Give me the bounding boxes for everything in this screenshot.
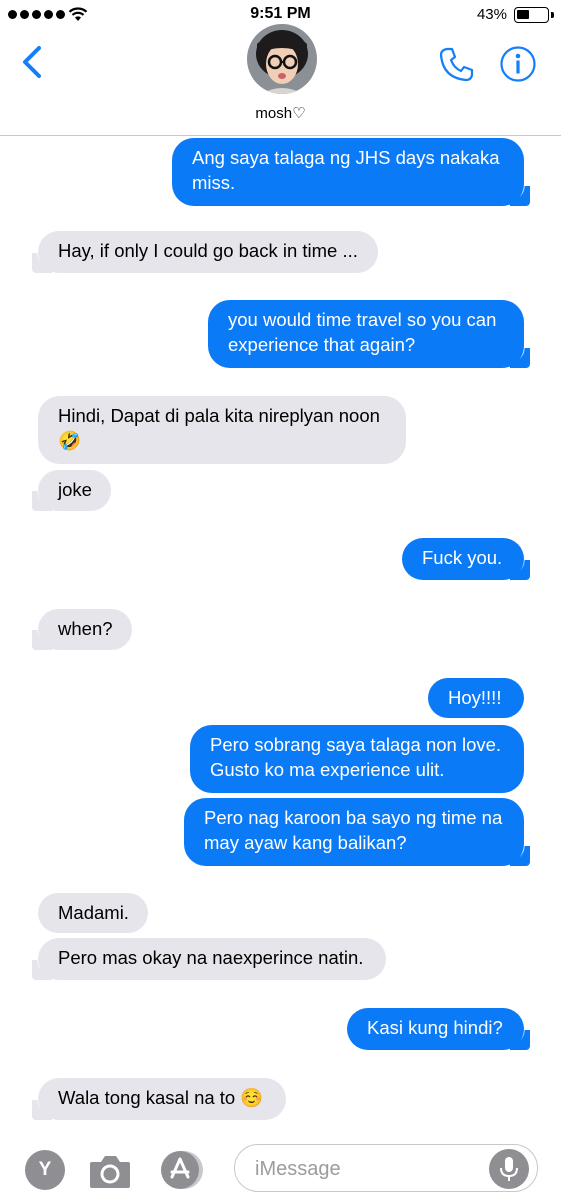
incoming-message-bubble[interactable]: Pero mas okay na naexperince natin. — [32, 938, 386, 980]
outgoing-message-bubble[interactable]: Pero sobrang saya talaga non love. Gusto… — [190, 725, 524, 793]
contact-avatar[interactable] — [247, 24, 317, 94]
contact-name[interactable]: mosh♡ — [0, 104, 561, 122]
microphone-icon[interactable] — [489, 1149, 529, 1189]
incoming-message-bubble[interactable]: Hay, if only I could go back in time ... — [32, 231, 378, 273]
compose-bar: Y — [0, 1134, 561, 1200]
battery-level — [517, 10, 529, 19]
outgoing-message-bubble[interactable]: Fuck you. — [402, 538, 530, 580]
incoming-message-bubble[interactable]: Hindi, Dapat di pala kita nireplyan noon… — [38, 396, 406, 464]
outgoing-message-bubble[interactable]: Hoy!!!! — [428, 678, 524, 718]
app-store-icon[interactable] — [160, 1150, 204, 1190]
battery-nub — [551, 12, 554, 18]
message-field — [234, 1144, 538, 1192]
battery-percent: 43% — [476, 6, 507, 23]
incoming-message-bubble[interactable]: when? — [32, 609, 132, 650]
incoming-message-bubble[interactable]: joke — [32, 470, 111, 511]
incoming-message-bubble[interactable]: Madami. — [38, 893, 148, 933]
battery-icon — [514, 7, 549, 23]
conversation-header: mosh♡ — [0, 24, 561, 136]
avatar-photo — [247, 24, 317, 94]
message-input[interactable] — [255, 1155, 475, 1183]
phone-call-icon[interactable] — [438, 45, 476, 83]
outgoing-message-bubble[interactable]: Kasi kung hindi? — [347, 1008, 530, 1050]
back-chevron-icon[interactable] — [18, 44, 48, 80]
incoming-message-bubble[interactable]: Wala tong kasal na to ☺️ — [32, 1078, 286, 1120]
camera-icon[interactable] — [88, 1152, 132, 1190]
info-icon[interactable] — [499, 45, 537, 83]
outgoing-message-bubble[interactable]: Pero nag karoon ba sayo ng time na may a… — [184, 798, 530, 866]
app-y-icon[interactable]: Y — [25, 1150, 65, 1190]
outgoing-message-bubble[interactable]: you would time travel so you can experie… — [208, 300, 530, 368]
outgoing-message-bubble[interactable]: Ang saya talaga ng JHS days nakaka miss. — [172, 138, 530, 206]
microphone-glyph-icon — [500, 1157, 518, 1181]
